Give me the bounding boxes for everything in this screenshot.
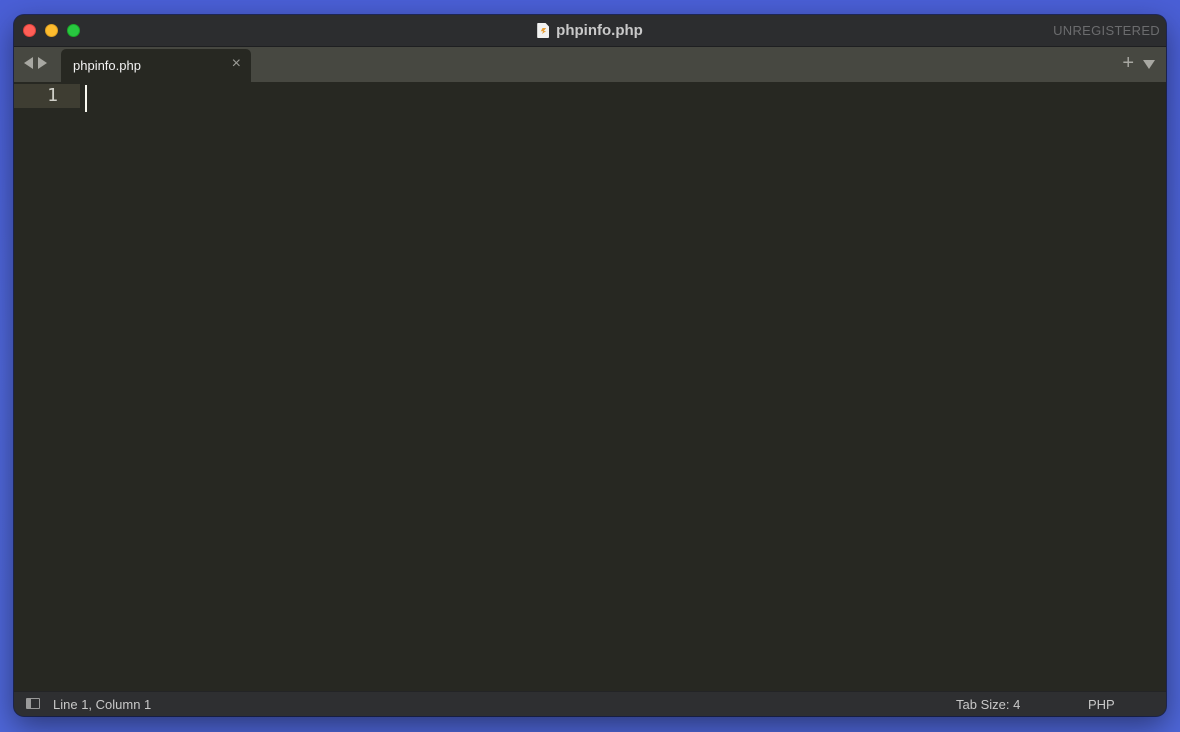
code-editor[interactable]: 1 — [14, 82, 1166, 691]
editor-window: phpinfo.php UNREGISTERED phpinfo.php × +… — [14, 15, 1166, 716]
line-number: 1 — [47, 85, 58, 106]
php-file-icon — [537, 23, 550, 38]
chevron-down-icon[interactable] — [1143, 60, 1155, 69]
sidebar-toggle-icon[interactable] — [26, 698, 40, 709]
window-close-button[interactable] — [23, 24, 36, 37]
window-title: phpinfo.php — [556, 22, 643, 39]
window-maximize-button[interactable] — [67, 24, 80, 37]
arrow-left-icon[interactable] — [24, 57, 33, 69]
syntax-indicator[interactable]: PHP — [1088, 697, 1115, 712]
title-bar[interactable]: phpinfo.php UNREGISTERED — [14, 15, 1166, 47]
new-tab-icon[interactable]: + — [1122, 52, 1134, 74]
tab-close-icon[interactable]: × — [232, 55, 241, 73]
tab-navigation — [24, 57, 47, 69]
status-bar: Line 1, Column 1 Tab Size: 4 PHP — [14, 691, 1166, 716]
text-cursor — [85, 85, 87, 112]
window-title-group: phpinfo.php — [14, 15, 1166, 46]
tab-bar: phpinfo.php × + — [14, 47, 1166, 82]
tab-label: phpinfo.php — [73, 58, 141, 73]
window-minimize-button[interactable] — [45, 24, 58, 37]
gutter-current-line: 1 — [14, 84, 80, 108]
tab-phpinfo[interactable]: phpinfo.php × — [61, 49, 251, 82]
arrow-right-icon[interactable] — [38, 57, 47, 69]
tab-size-indicator[interactable]: Tab Size: 4 — [956, 697, 1020, 712]
unregistered-label: UNREGISTERED — [1053, 23, 1160, 38]
cursor-position[interactable]: Line 1, Column 1 — [53, 697, 151, 712]
